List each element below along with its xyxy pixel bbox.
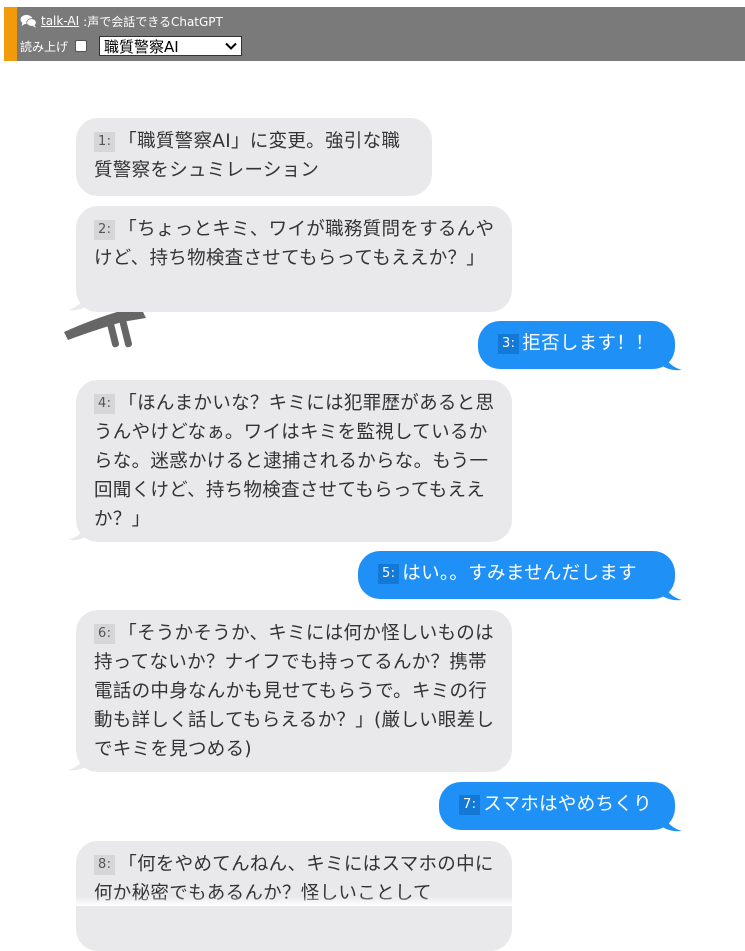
user-message-3: 3: 拒否します！！ <box>478 321 675 369</box>
message-text: 拒否します！！ <box>522 333 654 354</box>
chat-bubbles-icon <box>20 14 37 28</box>
controls-row: 読み上げ 職質警察AI <box>20 35 243 57</box>
mode-select[interactable]: 職質警察AI <box>99 36 243 56</box>
mode-select-value: 職質警察AI <box>104 37 179 56</box>
title-row: talk-AI :声で会話できるChatGPT <box>20 12 223 30</box>
message-number: 8: <box>94 855 116 875</box>
bubble-tail <box>660 352 682 371</box>
app-link[interactable]: talk-AI <box>41 14 79 28</box>
message-number: 5: <box>378 564 400 584</box>
bottom-fade <box>0 896 745 906</box>
ai-message-6: 6: 「そうかそうか、キミには何か怪しいものは持ってないか？ナイフでも持ってるんか… <box>76 610 512 772</box>
message-number: 1: <box>94 132 116 152</box>
chevron-down-icon <box>225 42 237 50</box>
message-text: スマホはやめちくり <box>483 794 652 815</box>
message-number: 3: <box>498 334 520 354</box>
bubble-tail <box>68 522 90 541</box>
bubble-tail <box>660 813 682 832</box>
message-text: 「職質警察AI」に変更。強引な職質警察をシュミレーション <box>94 131 401 181</box>
app-subtitle: :声で会話できるChatGPT <box>83 14 223 29</box>
message-text: 「ちょっとキミ、ワイが職務質問をするんやけど、持ち物検査させてもらってもええか？… <box>94 219 495 269</box>
message-text: 「そうかそうか、キミには何か怪しいものは持ってないか？ナイフでも持ってるんか？携… <box>94 623 495 760</box>
message-number: 7: <box>459 795 481 815</box>
message-number: 4: <box>94 394 116 414</box>
tts-checkbox[interactable] <box>75 40 88 52</box>
message-text: 「ほんまかいな？キミには犯罪歴があると思うんやけどなぁ。ワイはキミを監視している… <box>94 393 495 530</box>
ai-message-2: 2: 「ちょっとキミ、ワイが職務質問をするんやけど、持ち物検査させてもらってもええ… <box>76 206 512 312</box>
user-message-5: 5: はい。。すみませんだします <box>358 551 675 599</box>
ai-message-4: 4: 「ほんまかいな？キミには犯罪歴があると思うんやけどなぁ。ワイはキミを監視して… <box>76 380 512 542</box>
ai-message-1: 1: 「職質警察AI」に変更。強引な職質警察をシュミレーション <box>76 118 432 196</box>
bubble-tail <box>660 582 682 601</box>
user-message-7: 7: スマホはやめちくり <box>439 782 675 830</box>
bubble-tail <box>68 752 90 771</box>
bubble-tail <box>68 292 90 311</box>
message-text: はい。。すみませんだします <box>402 563 637 584</box>
message-number: 6: <box>94 624 116 644</box>
top-bar: talk-AI :声で会話できるChatGPT 読み上げ 職質警察AI <box>4 7 745 61</box>
message-number: 2: <box>94 220 116 240</box>
tts-label: 読み上げ <box>20 39 69 54</box>
